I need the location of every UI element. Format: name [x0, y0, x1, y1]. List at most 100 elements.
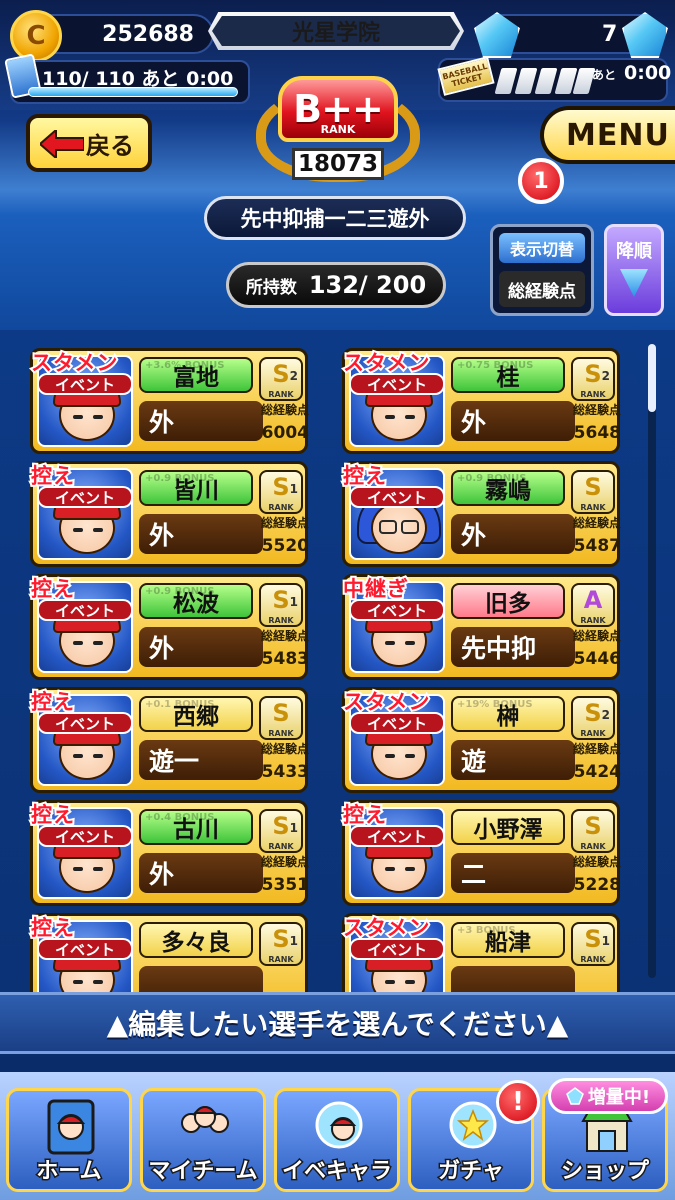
display-toggle[interactable]: 表示切替 総経験点: [490, 224, 594, 316]
rank-caption: RANK: [268, 842, 294, 851]
player-name-plate: 旧多: [451, 583, 565, 619]
player-rank-icon: S 2 RANK: [571, 696, 615, 740]
position-filter-label: 先中抑捕一二三遊外: [240, 207, 430, 231]
display-toggle-label: 表示切替: [499, 233, 585, 263]
baseball-ticket-icon: BASEBALL TICKET: [437, 56, 495, 96]
player-card[interactable]: イベント スタメン +0.75 BONUS 桂 S 2 RANK 外総経験点 5648: [341, 348, 621, 454]
position-bar: 外: [451, 401, 575, 441]
increase-badge-label: 増量中!: [587, 1087, 651, 1108]
nav-home[interactable]: ホーム: [6, 1088, 132, 1192]
player-rank: A: [583, 586, 603, 614]
rank-caption: RANK: [580, 390, 606, 399]
scrollbar-thumb[interactable]: [648, 344, 656, 412]
bonus-text: +0.75 BONUS: [457, 360, 534, 371]
eye-icon: [405, 641, 415, 645]
player-rank-icon: S RANK: [571, 470, 615, 514]
down-arrow-icon: [620, 269, 648, 297]
player-rank-icon: S 1 RANK: [259, 583, 303, 627]
eye-icon: [385, 415, 395, 419]
player-rank-num: 1: [289, 482, 298, 496]
player-card[interactable]: イベント スタメン +19% BONUS 榊 S 2 RANK 遊総経験点 5424: [341, 687, 621, 793]
owned-count: 所持数 132/ 200: [226, 262, 446, 308]
rank-caption: RANK: [580, 503, 606, 512]
player-rank-num: 1: [289, 595, 298, 609]
rank-value: 18073: [292, 148, 384, 180]
player-name-plate: +0.4 BONUS 古川: [139, 809, 253, 845]
eye-icon: [405, 980, 415, 984]
sort-key: 総経験点: [499, 271, 585, 307]
coin-counter: C 252688: [10, 10, 214, 62]
exp-label: 総経験点: [260, 403, 309, 417]
player-rank: S: [584, 360, 602, 388]
gem-counter[interactable]: 7: [474, 12, 668, 58]
rank-sub-label: RANK: [320, 123, 356, 136]
player-rank-icon: S 1 RANK: [259, 470, 303, 514]
player-card[interactable]: イベント 控え 小野澤 S RANK 二総経験点 5228: [341, 800, 621, 906]
player-rank-num: 1: [601, 934, 610, 948]
exp-value: 5228: [573, 875, 621, 895]
bonus-text: +0.4 BONUS: [145, 812, 215, 823]
eye-icon: [93, 528, 103, 532]
eye-icon: [73, 754, 83, 758]
player-card[interactable]: イベント 控え +0.9 BONUS 霧嶋 S RANK 外総経験点 5487: [341, 461, 621, 567]
exp-value: 5433: [261, 762, 309, 782]
player-card[interactable]: イベント 中継ぎ 旧多 A RANK 先中抑 総経験点 5446: [341, 574, 621, 680]
diamond-small-icon: [565, 1087, 584, 1105]
ticket-time: 0:00: [624, 62, 672, 84]
position-bar: 外: [139, 401, 263, 441]
exp-value: 5487: [573, 536, 621, 556]
player-card[interactable]: イベント 控え +0.9 BONUS 皆川 S 1 RANK 外総経験点 5520: [29, 461, 309, 567]
rank-caption: RANK: [268, 503, 294, 512]
player-rank: S: [584, 473, 602, 501]
player-card[interactable]: イベント 控え +0.9 BONUS 松波 S 1 RANK 外総経験点 5483: [29, 574, 309, 680]
sort-order-button[interactable]: 降順: [604, 224, 664, 316]
player-list[interactable]: イベント スタメン +3.6% BONUS 富地 S 2 RANK 外総経験点 6004 イベント…: [0, 330, 675, 992]
left-arrow-icon: [40, 130, 84, 158]
player-rank-num: 2: [601, 369, 610, 383]
menu-button[interactable]: MENU: [540, 106, 675, 164]
player-rank-num: 1: [289, 934, 298, 948]
glasses-icon: [379, 520, 397, 534]
player-name-plate: +0.1 BONUS 西郷: [139, 696, 253, 732]
player-name: 小野澤: [473, 817, 543, 843]
player-card[interactable]: イベント スタメン +3 BONUS 船津 S 1 RANK: [341, 913, 620, 992]
nav-event-chara[interactable]: イベキャラ: [274, 1088, 400, 1192]
exp-value: 5648: [573, 423, 621, 443]
event-character-icon: [315, 1101, 363, 1149]
player-rank: S: [584, 812, 602, 840]
position-filter[interactable]: 先中抑捕一二三遊外: [204, 196, 466, 240]
player-card[interactable]: イベント スタメン +3.6% BONUS 富地 S 2 RANK 外総経験点 6004: [29, 348, 309, 454]
player-rank: S: [272, 699, 290, 727]
eye-icon: [73, 641, 83, 645]
player-name: 旧多: [485, 591, 531, 617]
owned-count-value: 132/ 200: [308, 271, 427, 299]
role-label: スタメン: [341, 349, 431, 377]
rank-caption: RANK: [580, 842, 606, 851]
team-players-icon: [181, 1106, 229, 1133]
nav-my-team[interactable]: マイチーム: [140, 1088, 266, 1192]
player-card[interactable]: イベント 控え +0.4 BONUS 古川 S 1 RANK 外総経験点 5351: [29, 800, 309, 906]
bonus-text: +3.6% BONUS: [145, 360, 225, 371]
scrollbar-track[interactable]: [648, 344, 656, 978]
bonus-text: +0.9 BONUS: [145, 586, 215, 597]
eye-icon: [93, 754, 103, 758]
player-position: 外: [149, 860, 175, 889]
player-card[interactable]: イベント 控え +0.1 BONUS 西郷 S RANK 遊一 総経験点 5433: [29, 687, 309, 793]
bonus-text: +0.9 BONUS: [457, 473, 527, 484]
player-rank-icon: S 1 RANK: [571, 922, 615, 966]
player-name-plate: +0.9 BONUS 霧嶋: [451, 470, 565, 506]
gem-value: 7: [602, 22, 618, 47]
rank-caption: RANK: [268, 729, 294, 738]
back-button[interactable]: 戻る: [26, 114, 152, 172]
player-card[interactable]: イベント 控え 多々良 S 1 RANK: [29, 913, 308, 992]
position-bar: 先中抑: [451, 627, 575, 667]
exp-label: 総経験点: [260, 516, 309, 530]
app-root: C 252688 光星学院 7 110/ 110 あと 0:00 BASEBAL…: [0, 0, 675, 1200]
stamina-gauge: [28, 87, 238, 97]
eye-icon: [385, 867, 395, 871]
team-rank-emblem[interactable]: B++ RANK 18073: [256, 72, 420, 184]
exp-label: 総経験点: [572, 742, 621, 756]
role-label: 控え: [29, 801, 76, 829]
rank-caption: RANK: [268, 955, 294, 964]
rank-caption: RANK: [580, 955, 606, 964]
